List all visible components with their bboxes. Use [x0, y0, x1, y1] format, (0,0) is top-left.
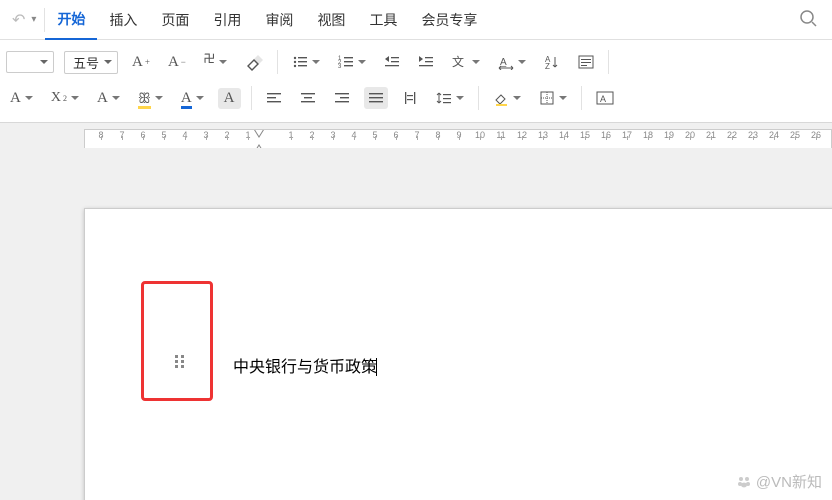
phonetic-guide-button[interactable]: ࿖ — [200, 39, 231, 85]
horizontal-ruler[interactable]: 8765432112345678910111213141516171819202… — [84, 129, 832, 149]
undo-icon[interactable]: ↶ — [12, 10, 25, 30]
char-spacing-button[interactable]: A̲ — [494, 51, 530, 73]
document-workspace: 中央银行与货币政策 @VN新知 — [0, 148, 832, 500]
superscript-button[interactable]: X2 — [47, 87, 83, 109]
first-line-indent-marker[interactable] — [253, 129, 265, 140]
eraser-button[interactable] — [241, 50, 267, 74]
tab-insert[interactable]: 插入 — [97, 0, 149, 40]
indent-button[interactable] — [414, 51, 438, 73]
outdent-button[interactable] — [380, 51, 404, 73]
ribbon-row-2: A X2 A ꕥ A A A — [6, 80, 826, 116]
separator — [608, 50, 609, 74]
ribbon: 五号 A+ A− ࿖ 123 文 A̲ AZ A X2 A ꕥ A A — [0, 40, 832, 123]
bullets-button[interactable] — [288, 51, 324, 73]
increase-font-button[interactable]: A+ — [128, 51, 154, 74]
separator — [581, 86, 582, 110]
align-center-button[interactable] — [296, 87, 320, 109]
tab-start[interactable]: 开始 — [45, 0, 97, 40]
distribute-button[interactable] — [398, 87, 422, 109]
svg-text:A: A — [600, 94, 606, 104]
text-cursor — [376, 358, 377, 376]
line-spacing-button[interactable] — [432, 87, 468, 109]
tab-ref[interactable]: 引用 — [201, 0, 253, 40]
undo-dropdown-icon[interactable]: ▾ — [31, 14, 36, 25]
font-color-button[interactable]: A — [177, 87, 208, 110]
tab-review[interactable]: 审阅 — [253, 0, 305, 40]
font-size-select[interactable]: 五号 — [64, 51, 118, 74]
document-body-text[interactable]: 中央银行与货币政策 — [233, 353, 377, 377]
watermark-label: @VN新知 — [736, 471, 822, 492]
styles-button[interactable]: A — [592, 86, 618, 110]
search-icon[interactable] — [798, 8, 818, 31]
separator — [251, 86, 252, 110]
svg-text:Z: Z — [545, 62, 550, 70]
svg-text:文: 文 — [452, 54, 464, 69]
sort-button[interactable]: AZ — [540, 51, 564, 73]
char-shading-button[interactable]: A — [218, 88, 241, 109]
menu-tabbar: ↶ ▾ 开始 插入 页面 引用 审阅 视图 工具 会员专享 — [0, 0, 832, 40]
watermark-text: @VN新知 — [756, 471, 822, 492]
tab-page[interactable]: 页面 — [149, 0, 201, 40]
clear-format-button[interactable]: A — [6, 87, 37, 110]
text-line-1: 中央银行与货币政策 — [233, 359, 377, 376]
tab-member[interactable]: 会员专享 — [409, 0, 489, 40]
decrease-font-button[interactable]: A− — [164, 51, 190, 74]
ruler-tick: 27 — [825, 130, 832, 140]
separator — [478, 86, 479, 110]
shading-color-button[interactable] — [489, 87, 525, 109]
font-family-select[interactable] — [6, 51, 54, 73]
align-justify-button[interactable] — [364, 87, 388, 109]
tab-tools[interactable]: 工具 — [357, 0, 409, 40]
paragraph-drag-handle-icon[interactable] — [173, 353, 189, 369]
paw-icon — [736, 474, 752, 490]
tab-view[interactable]: 视图 — [305, 0, 357, 40]
align-right-button[interactable] — [330, 87, 354, 109]
annotation-highlight-box — [141, 281, 213, 401]
numbering-button[interactable]: 123 — [334, 51, 370, 73]
toc-button[interactable] — [574, 51, 598, 73]
ribbon-row-1: 五号 A+ A− ࿖ 123 文 A̲ AZ — [6, 44, 826, 80]
align-left-button[interactable] — [262, 87, 286, 109]
svg-text:3: 3 — [338, 64, 342, 70]
text-direction-button[interactable]: 文 — [448, 51, 484, 73]
separator — [277, 50, 278, 74]
borders-button[interactable] — [535, 87, 571, 109]
highlight-button[interactable]: ꕥ — [134, 87, 167, 110]
document-page[interactable]: 中央银行与货币政策 — [84, 208, 832, 500]
font-style-button[interactable]: A — [93, 87, 124, 110]
